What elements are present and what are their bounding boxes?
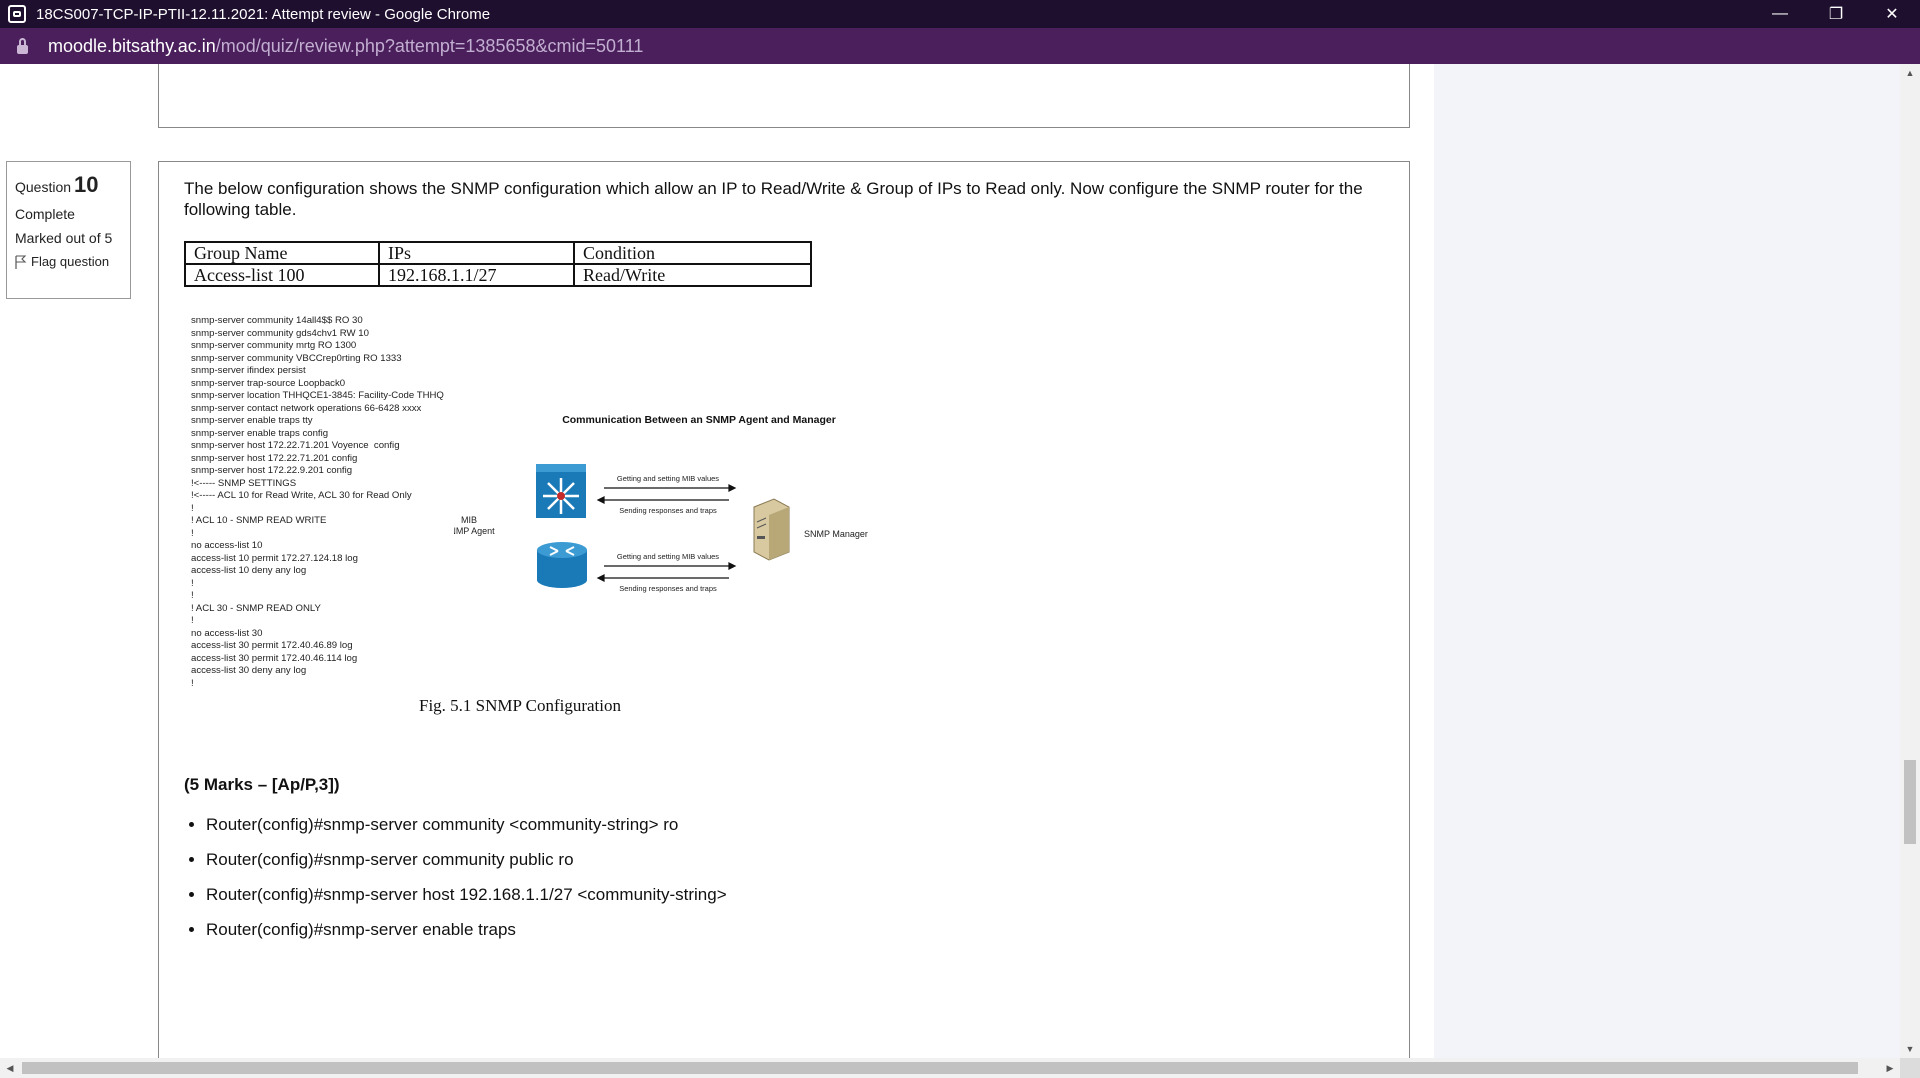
figure-caption: Fig. 5.1 SNMP Configuration [419, 696, 621, 715]
server-icon [753, 498, 790, 561]
list-item: Router(config)#snmp-server host 192.168.… [206, 884, 727, 919]
url-text[interactable]: moodle.bitsathy.ac.in/mod/quiz/review.ph… [48, 36, 643, 57]
config-line: ! [191, 527, 194, 539]
chrome-app-icon [8, 5, 26, 23]
table-row: Access-list 100 192.168.1.1/27 Read/Writ… [184, 263, 812, 287]
close-button[interactable]: ✕ [1864, 0, 1920, 28]
marks-label: (5 Marks – [Ap/P,3]) [184, 775, 340, 794]
window-titlebar: 18CS007-TCP-IP-PTII-12.11.2021: Attempt … [0, 0, 1920, 28]
scroll-left-arrow-icon[interactable]: ◀ [0, 1063, 20, 1074]
list-item: Router(config)#snmp-server enable traps [206, 919, 727, 954]
vertical-scrollbar[interactable]: ▲ ▼ [1900, 64, 1920, 1058]
table-header-row: Group Name IPs Condition [184, 241, 812, 265]
flag-question-label: Flag question [31, 254, 110, 269]
config-line: snmp-server host 172.22.71.201 Voyence c… [191, 440, 400, 451]
horizontal-scroll-thumb[interactable] [22, 1062, 1858, 1074]
diagram-title: Communication Between an SNMP Agent and … [562, 414, 836, 426]
scrollbar-corner [1900, 1058, 1920, 1078]
mib-label: MIB [461, 515, 477, 525]
scroll-up-arrow-icon[interactable]: ▲ [1900, 68, 1920, 78]
snmp-manager-label: SNMP Manager [804, 529, 868, 539]
config-line: !<----- SNMP SETTINGS [191, 477, 297, 489]
table-cell: Read/Write [573, 263, 812, 287]
config-line: access-list 30 permit 172.40.46.89 log [191, 640, 353, 651]
config-line: access-list 10 deny any log [191, 565, 307, 576]
config-line: snmp-server contact network operations 6… [191, 402, 422, 414]
question-number-value: 10 [74, 172, 99, 197]
config-line: snmp-server enable traps tty [191, 415, 313, 426]
diagram-arrows [596, 484, 737, 582]
config-line: ! ACL 30 - SNMP READ ONLY [191, 602, 321, 614]
arrow-label: Sending responses and traps [619, 506, 717, 515]
config-line: snmp-server ifindex persist [191, 365, 306, 376]
restore-button[interactable]: ❐ [1808, 0, 1864, 28]
config-line: ! [191, 577, 194, 589]
question-table: Group Name IPs Condition Access-list 100… [184, 241, 812, 287]
window-controls: — ❐ ✕ [1752, 0, 1920, 28]
flag-icon [15, 255, 27, 269]
table-cell: Access-list 100 [184, 263, 380, 287]
config-line: snmp-server enable traps config [191, 427, 329, 439]
config-line: snmp-server host 172.22.71.201 config [191, 452, 358, 464]
snmp-agent-label: SNMP Agent [454, 526, 495, 536]
config-line: ! [191, 615, 194, 626]
scroll-down-arrow-icon[interactable]: ▼ [1900, 1044, 1920, 1054]
url-host: moodle.bitsathy.ac.in [48, 35, 216, 56]
table-cell: 192.168.1.1/27 [378, 263, 575, 287]
list-item: Router(config)#snmp-server community <co… [206, 814, 727, 849]
config-line: no access-list 10 [191, 540, 263, 551]
list-item: Router(config)#snmp-server community pub… [206, 849, 727, 884]
table-header: IPs [378, 241, 575, 265]
scroll-right-arrow-icon[interactable]: ▶ [1880, 1063, 1900, 1074]
config-line: access-list 30 deny any log [191, 665, 307, 676]
config-line: no access-list 30 [191, 627, 263, 639]
question-content: The below configuration shows the SNMP c… [158, 161, 1410, 1058]
question-number: Question 10 [15, 172, 122, 198]
config-line: ! [191, 502, 194, 514]
snmp-config-listing: snmp-server community 14all4$$ RO 30 snmp… [191, 315, 444, 690]
page-viewport: Question 10 Complete Marked out of 5 Flag… [0, 64, 1900, 1058]
question-text: The below configuration shows the SNMP c… [184, 179, 1363, 219]
answer-list: Router(config)#snmp-server community <co… [184, 814, 727, 954]
right-side-pane [1434, 64, 1900, 1058]
config-line: snmp-server community VBCCrep0rting RO 1… [191, 352, 402, 364]
config-line: snmp-server trap-source Loopback0 [191, 377, 346, 389]
switch-icon [536, 464, 586, 518]
router-icon [537, 542, 587, 588]
arrow-label: Getting and setting MIB values [617, 552, 719, 561]
arrow-label: Getting and setting MIB values [617, 474, 719, 483]
arrow-label: Sending responses and traps [619, 584, 717, 593]
config-line: snmp-server community mrtg RO 1300 [191, 340, 357, 351]
previous-question-box [158, 64, 1410, 128]
question-state: Complete [15, 206, 75, 222]
config-line: access-list 30 permit 172.40.46.114 log [191, 652, 358, 664]
flag-question-link[interactable]: Flag question [15, 254, 122, 269]
config-line: !<----- ACL 10 for Read Write, ACL 30 fo… [191, 490, 412, 501]
snmp-diagram: Communication Between an SNMP Agent and … [454, 414, 868, 593]
config-line: ! [191, 677, 194, 689]
table-header: Group Name [184, 241, 380, 265]
minimize-button[interactable]: — [1752, 0, 1808, 28]
config-line: snmp-server community 14all4$$ RO 30 [191, 315, 363, 326]
table-header: Condition [573, 241, 812, 265]
config-line: access-list 10 permit 172.27.124.18 log [191, 552, 358, 564]
config-line: snmp-server host 172.22.9.201 config [191, 465, 353, 476]
window-title: 18CS007-TCP-IP-PTII-12.11.2021: Attempt … [36, 5, 491, 23]
question-info-panel: Question 10 Complete Marked out of 5 Flag… [6, 161, 131, 299]
config-line: snmp-server location THHQCE1-3845: Facil… [191, 390, 444, 401]
question-grade: Marked out of 5 [15, 230, 113, 246]
lock-icon[interactable] [16, 38, 30, 54]
vertical-scroll-thumb[interactable] [1904, 760, 1916, 844]
horizontal-scrollbar[interactable]: ◀ ▶ [0, 1058, 1900, 1078]
url-path: /mod/quiz/review.php?attempt=1385658&cmi… [215, 35, 644, 56]
question-label: Question [15, 179, 72, 195]
config-line: ! ACL 10 - SNMP READ WRITE [191, 515, 327, 526]
address-bar[interactable]: moodle.bitsathy.ac.in/mod/quiz/review.ph… [0, 28, 1920, 64]
config-line: ! [191, 590, 194, 601]
config-line: snmp-server community gds4chv1 RW 10 [191, 327, 369, 339]
